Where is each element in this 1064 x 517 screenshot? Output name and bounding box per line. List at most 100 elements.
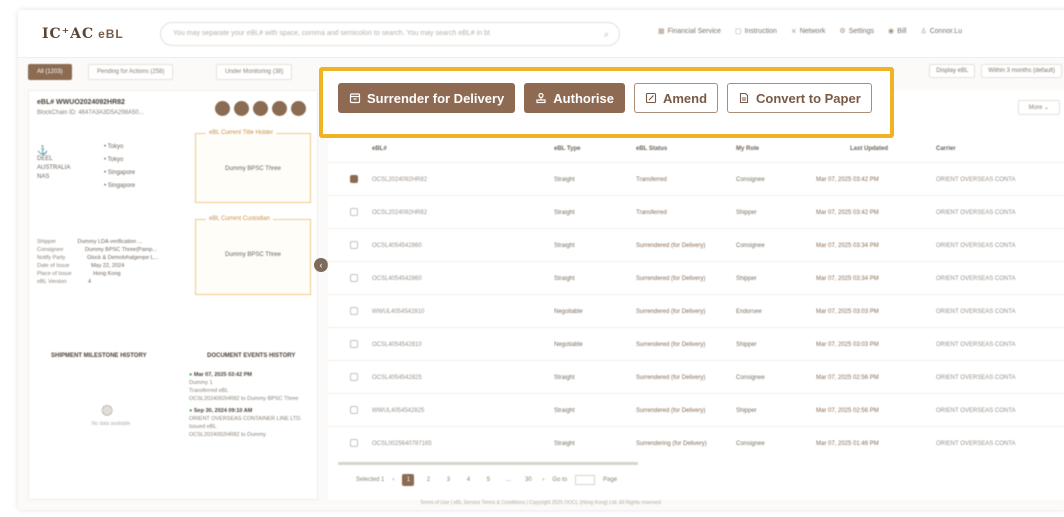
goto-page-input[interactable] (575, 475, 596, 485)
page-2[interactable]: 2 (422, 474, 434, 486)
cell-ebl-type: Straight (554, 375, 575, 381)
table-row[interactable]: OCSL4054542860 Straight Surrendered (for D… (328, 261, 1064, 297)
footer-text: Terms of Use | eBL Service Terms & Condi… (420, 500, 661, 506)
info-icon[interactable] (291, 101, 306, 116)
cell-ebl-status: Surrendered (for Delivery) (636, 309, 706, 315)
surrender-icon (349, 93, 361, 104)
table-row[interactable]: OCSL4054542810 Negotiable Surrendered (for… (328, 327, 1064, 363)
edit-icon (645, 92, 657, 104)
table-row[interactable]: OCSL2024092HR82 Straight Transferred Shippe… (328, 195, 1064, 231)
cell-carrier: ORIENT OVERSEAS CONTA (936, 408, 1016, 414)
app-logo[interactable]: IC⁺AC eBL (42, 26, 124, 42)
user-icon: ♙ (920, 28, 927, 35)
display-ebl-filter[interactable]: Display eBL (929, 64, 976, 78)
collapse-panel-button[interactable]: ‹ (314, 258, 328, 272)
prev-page-icon[interactable]: ‹ (392, 477, 394, 483)
horizontal-scrollbar[interactable] (338, 462, 638, 465)
tab-all[interactable]: All (1203) (28, 64, 72, 80)
table-row[interactable]: WWUL4054542810 Negotiable Surrendered (for… (328, 294, 1064, 330)
selected-count: Selected 1 (356, 477, 385, 483)
row-checkbox[interactable] (350, 373, 358, 381)
table-row[interactable]: OCSL0025640787165 Straight Surrendering (f… (328, 426, 1064, 462)
event-history-list: ● Mar 07, 2025 03:42 PM Dummy 1 Transfer… (189, 371, 309, 439)
goto-label: Go to (552, 477, 568, 483)
authorise-button[interactable]: Authorise (524, 83, 625, 113)
cell-ebl-number[interactable]: OCSL4054542860 (372, 243, 422, 249)
col-last-updated[interactable]: Last Updated (850, 146, 888, 152)
cell-my-role: Consignee (736, 177, 765, 183)
cell-ebl-number[interactable]: OCSL2024092HR82 (372, 210, 427, 216)
download-icon[interactable] (215, 101, 230, 116)
page-4[interactable]: 4 (462, 474, 474, 486)
next-page-icon[interactable]: › (542, 477, 544, 483)
action-buttons: Surrender for Delivery Authorise Amend C… (338, 83, 872, 113)
table-row[interactable]: OCSL4054542860 Straight Surrendered (for D… (328, 228, 1064, 264)
surrender-for-delivery-button[interactable]: Surrender for Delivery (338, 83, 516, 113)
amend-button[interactable]: Amend (633, 83, 719, 113)
row-checkbox[interactable] (350, 439, 358, 447)
col-carrier[interactable]: Carrier (936, 146, 956, 152)
page-1[interactable]: 1 (402, 474, 415, 486)
row-checkbox[interactable] (350, 175, 358, 183)
route-origin: ⚓ DEEL AUSTRALIA NAS (37, 145, 71, 181)
print-icon[interactable] (234, 101, 249, 116)
search-input[interactable]: You may separate your eBL# with space, c… (160, 22, 620, 46)
cell-ebl-number[interactable]: WWUL4054542810 (372, 309, 424, 315)
cell-carrier: ORIENT OVERSEAS CONTA (936, 177, 1016, 183)
user-menu[interactable]: ♙ Connor.Lu (920, 27, 962, 35)
page-5[interactable]: 5 (482, 474, 494, 486)
table-row[interactable]: OCSL4054542825 Straight Surrendered (for D… (328, 360, 1064, 396)
cell-last-updated: Mar 07, 2025 03:03 PM (816, 309, 879, 315)
share-icon[interactable] (253, 101, 268, 116)
table-row[interactable]: WWUL4054542825 Straight Surrendered (for D… (328, 393, 1064, 429)
cell-last-updated: Mar 07, 2025 02:56 PM (816, 375, 879, 381)
col-ebl-status[interactable]: eBL Status (636, 146, 667, 152)
tab-under-monitoring[interactable]: Under Monitoring (38) (216, 64, 293, 80)
network-icon: ⨯ (790, 28, 797, 35)
instruction-icon: ▢ (734, 28, 742, 35)
page-last[interactable]: 30 (522, 474, 534, 486)
cell-ebl-status: Surrendered (for Delivery) (636, 243, 706, 249)
col-ebl-type[interactable]: eBL Type (554, 146, 580, 152)
cell-ebl-number[interactable]: OCSL0025640787165 (372, 441, 432, 447)
row-checkbox[interactable] (350, 241, 358, 249)
search-icon[interactable]: ⌕ (604, 29, 609, 40)
table-row[interactable]: OCSL2024092HR82 Straight Transferred Consig… (328, 162, 1064, 198)
page-3[interactable]: 3 (442, 474, 454, 486)
cell-last-updated: Mar 07, 2025 02:56 PM (816, 408, 879, 414)
event-item: ● Mar 07, 2025 03:42 PM (189, 372, 252, 378)
cell-ebl-status: Surrendered (for Delivery) (636, 276, 706, 282)
cell-my-role: Endorsee (736, 309, 762, 315)
cell-last-updated: Mar 07, 2025 03:03 PM (816, 342, 879, 348)
col-my-role[interactable]: My Role (736, 146, 759, 152)
cell-ebl-number[interactable]: OCSL4054542810 (372, 342, 422, 348)
cell-ebl-number[interactable]: WWUL4054542825 (372, 408, 424, 414)
status-dot-icon: ● (189, 408, 193, 414)
ebl-reference: eBL# WWUO2024092HR82 (37, 99, 125, 106)
row-checkbox[interactable] (350, 340, 358, 348)
cell-ebl-number[interactable]: OCSL4054542860 (372, 276, 422, 282)
nav-bill[interactable]: ◉ Bill (888, 27, 906, 35)
cell-carrier: ORIENT OVERSEAS CONTA (936, 342, 1016, 348)
cell-ebl-number[interactable]: OCSL2024092HR82 (372, 177, 427, 183)
cell-my-role: Consignee (736, 243, 765, 249)
tab-pending-actions[interactable]: Pending for Actions (258) (88, 64, 174, 80)
nav-instruction[interactable]: ▢ Instruction (735, 27, 777, 35)
more-button[interactable]: More ⌄ (1017, 100, 1060, 115)
row-checkbox[interactable] (350, 307, 358, 315)
nav-settings[interactable]: ⚙ Settings (839, 27, 874, 35)
cell-ebl-status: Transferred (636, 177, 667, 183)
convert-to-paper-button[interactable]: Convert to Paper (727, 83, 872, 113)
cell-ebl-number[interactable]: OCSL4054542825 (372, 375, 422, 381)
row-checkbox[interactable] (350, 274, 358, 282)
cell-carrier: ORIENT OVERSEAS CONTA (936, 441, 1016, 447)
ebl-table: More ⌄ eBL# eBL Type eBL Status My Role … (328, 90, 1064, 500)
nav-financial-service[interactable]: ▦ Financial Service (658, 27, 721, 35)
date-range-filter[interactable]: Within 3 months (default) (981, 64, 1062, 78)
row-checkbox[interactable] (350, 406, 358, 414)
cell-carrier: ORIENT OVERSEAS CONTA (936, 309, 1016, 315)
nav-network[interactable]: ⨯ Network (791, 27, 826, 35)
col-ebl-number[interactable]: eBL# (372, 146, 387, 152)
row-checkbox[interactable] (350, 208, 358, 216)
history-icon[interactable] (272, 101, 287, 116)
